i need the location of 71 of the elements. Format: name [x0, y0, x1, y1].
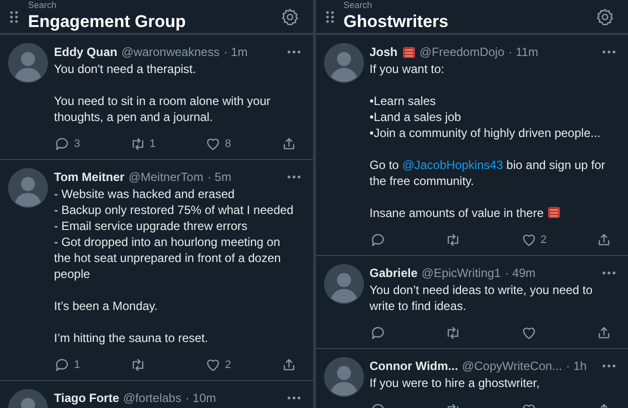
tweet-time: · 49m [504, 265, 536, 282]
more-icon[interactable] [602, 50, 616, 54]
author-handle[interactable]: @waronweakness [121, 43, 220, 61]
heart-icon[interactable] [520, 325, 536, 341]
author-name[interactable]: Tom Meitner [54, 168, 124, 186]
tweet-time: · 1m [224, 44, 248, 61]
more-icon[interactable] [286, 396, 300, 400]
author-name[interactable]: Connor Widm... [370, 357, 458, 375]
heart-icon[interactable] [205, 136, 221, 152]
tweet-text: •Learn sales •Land a sales job •Join a community of highly driven people... [370, 93, 600, 141]
settings-icon[interactable] [280, 8, 298, 26]
retweet-icon[interactable] [130, 136, 146, 152]
tweet-text: Go to @JacobHopkins43 bio and sign up for the free community. [370, 157, 606, 189]
author-name[interactable]: Josh [370, 43, 398, 61]
reply-icon[interactable] [54, 357, 70, 373]
author-name[interactable]: Gabriele [370, 264, 418, 282]
more-icon[interactable] [602, 271, 616, 275]
tweet-text: You need to sit in a room alone with your thoughts, a pen and a journal. [54, 93, 270, 125]
author-handle[interactable]: @MeitnerTom [128, 168, 204, 186]
reply-icon[interactable] [54, 136, 70, 152]
tweet-text: You don’t need ideas to write, you need to write to find ideas. [370, 282, 593, 314]
reply-count: 3 [74, 136, 80, 152]
tweet-time: · 11m [508, 44, 538, 61]
reply-icon[interactable] [370, 232, 386, 248]
retweet-icon[interactable] [130, 357, 146, 373]
settings-icon[interactable] [596, 8, 614, 26]
more-icon[interactable] [286, 50, 300, 54]
retweet-count: 1 [150, 136, 156, 152]
reply-icon[interactable] [370, 325, 386, 341]
drag-handle-icon[interactable] [10, 10, 18, 22]
author-handle[interactable]: @fortelabs [123, 389, 182, 407]
avatar[interactable] [8, 43, 48, 83]
drag-handle-icon[interactable] [326, 10, 334, 22]
column-title: Ghostwriters [344, 11, 450, 33]
author-name[interactable]: Eddy Quan [54, 43, 118, 61]
tweet-text: You don't need a therapist. [54, 61, 196, 77]
avatar[interactable] [8, 168, 48, 208]
tweet-text: If you were to hire a ghostwriter, [370, 375, 540, 391]
retweet-icon[interactable] [445, 325, 461, 341]
column-label: Search [344, 0, 372, 11]
tweet-text: If you want to: [370, 61, 444, 77]
share-icon[interactable] [280, 136, 296, 152]
like-count: 2 [225, 358, 232, 373]
retweet-icon[interactable] [445, 232, 461, 248]
avatar[interactable] [324, 264, 364, 304]
tweet-text: Insane amounts of value in there [370, 205, 561, 221]
more-icon[interactable] [602, 364, 616, 368]
heart-icon[interactable] [205, 357, 221, 373]
tweet-text: It’s been a Monday. [54, 298, 158, 314]
tweet-time: · 5m [207, 169, 232, 186]
tweet-text: - Website was hacked and erased - Backup only restored 75% of what I needed - Email service upgrade threw errors - Got dropped into an hourlong meeting on the hot seat unprepared in front of a dozen people [54, 186, 294, 282]
heart-icon[interactable] [520, 232, 536, 248]
avatar[interactable] [324, 357, 364, 397]
share-icon[interactable] [280, 357, 296, 373]
like-count: 8 [225, 136, 232, 152]
tweet-time: · 1h [566, 358, 587, 375]
column-label: Search [28, 0, 57, 11]
author-name[interactable]: Tiago Forte [54, 389, 120, 407]
share-icon[interactable] [596, 232, 612, 248]
share-icon[interactable] [596, 325, 612, 341]
like-count: 2 [540, 232, 547, 248]
reply-count: 1 [74, 358, 80, 373]
mention-link[interactable]: @JacobHopkins43 [402, 158, 504, 172]
column-title: Engagement Group [28, 11, 187, 33]
tweet-time: · 10m [185, 390, 216, 407]
author-handle[interactable]: @FreedomDojo [420, 43, 504, 61]
tweet-text: I’m hitting the sauna to reset. [54, 330, 208, 346]
more-icon[interactable] [286, 175, 300, 179]
author-handle[interactable]: @CopyWriteCon... [462, 357, 562, 375]
author-handle[interactable]: @EpicWriting1 [422, 264, 501, 282]
avatar[interactable] [324, 43, 364, 83]
